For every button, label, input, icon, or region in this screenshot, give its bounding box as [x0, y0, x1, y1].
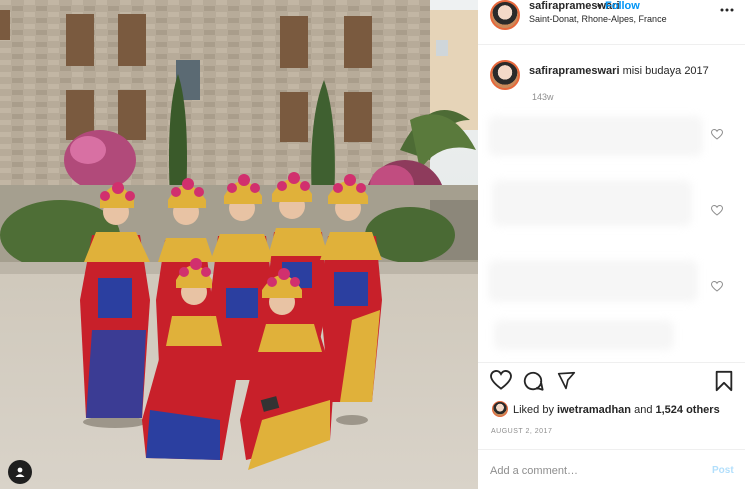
post-date[interactable]: AUGUST 2, 2017 [491, 428, 552, 435]
post-comment-button[interactable]: Post [712, 465, 734, 476]
comment-input[interactable] [490, 460, 700, 482]
heart-outline-icon[interactable] [711, 129, 723, 140]
post-details-panel: safiraprameswari • Follow Saint-Donat, R… [478, 0, 745, 489]
avatar[interactable] [490, 0, 520, 30]
liker-avatar[interactable] [492, 401, 508, 417]
post-header: safiraprameswari • Follow Saint-Donat, R… [478, 0, 745, 30]
separator-dot: • [597, 0, 601, 12]
likes-summary: Liked by iwetramadhan and 1,524 others [492, 401, 742, 419]
heart-outline-icon[interactable] [711, 281, 723, 292]
likes-connector: and [634, 404, 653, 416]
liker-username[interactable]: iwetramadhan [557, 404, 631, 416]
location-link[interactable]: Saint-Donat, Rhone-Alpes, France [529, 14, 667, 24]
caption-text: misi budaya 2017 [622, 65, 709, 77]
likes-text: Liked by iwetramadhan and 1,524 others [513, 404, 720, 416]
heart-outline-icon[interactable] [711, 205, 723, 216]
bookmark-icon[interactable] [714, 370, 734, 392]
post-photo[interactable] [0, 0, 478, 489]
likes-others-link[interactable]: 1,524 others [656, 404, 720, 416]
caption: safiraprameswari misi budaya 2017 [529, 65, 709, 77]
caption-username[interactable]: safiraprameswari [529, 65, 620, 77]
share-paper-plane-icon[interactable] [555, 370, 577, 392]
follow-button[interactable]: Follow [605, 0, 640, 12]
divider [478, 362, 745, 363]
divider [478, 44, 745, 45]
comment-bubble-icon[interactable] [522, 370, 544, 392]
more-options-icon[interactable] [719, 4, 735, 16]
comments-list-blurred [488, 110, 710, 360]
action-bar [478, 368, 745, 396]
caption-timestamp[interactable]: 143w [532, 92, 554, 102]
photo-scene [0, 0, 478, 489]
user-tag-icon[interactable] [8, 460, 32, 484]
caption-avatar[interactable] [490, 60, 520, 90]
likes-prefix: Liked by [513, 404, 554, 416]
divider [478, 449, 745, 450]
heart-icon[interactable] [490, 370, 512, 390]
